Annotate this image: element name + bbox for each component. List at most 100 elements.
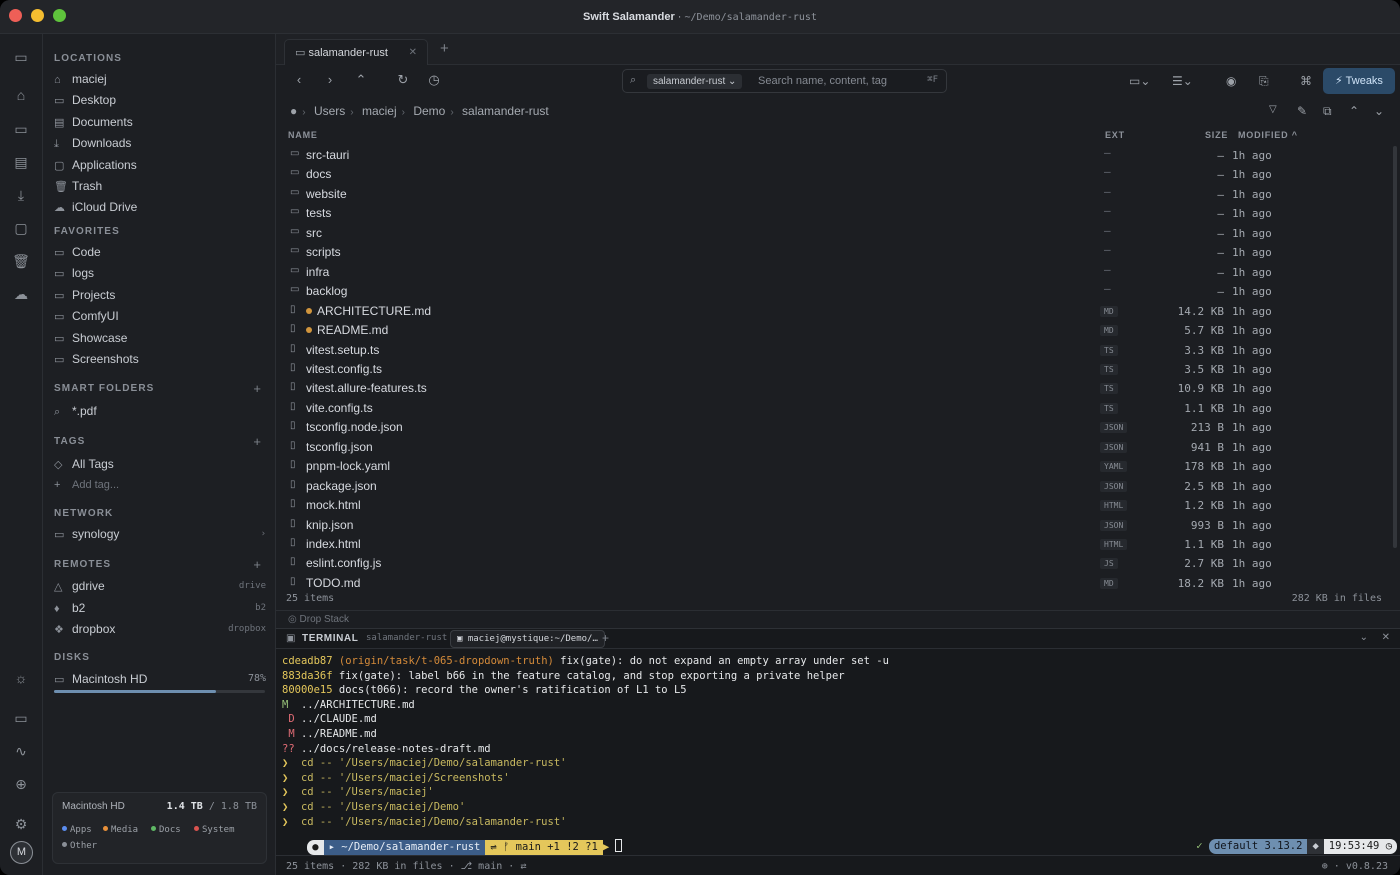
sidebar-item-location[interactable]: 🗑 Trash xyxy=(54,176,266,196)
sync-icon[interactable]: ⇄ xyxy=(520,861,526,872)
history-button[interactable]: ◷ xyxy=(423,72,445,88)
column-name[interactable]: NAME xyxy=(288,130,318,140)
doc-icon[interactable]: ▤ xyxy=(11,153,31,171)
back-button[interactable]: ‹ xyxy=(288,72,310,87)
file-row[interactable]: ▯ TODO.md MD 18.2 KB 1h ago xyxy=(276,573,1392,593)
breadcrumb-item[interactable]: maciej xyxy=(362,104,397,118)
file-row[interactable]: ▯ mock.html HTML 1.2 KB 1h ago xyxy=(276,495,1392,515)
sidebar-item-location[interactable]: ⌂ maciej xyxy=(54,69,266,89)
sidebar-item-favorite[interactable]: ▭ logs xyxy=(54,263,266,283)
search-scope-chip[interactable]: salamander-rust ⌄ xyxy=(647,74,743,89)
copy-icon[interactable]: ⧉ xyxy=(1323,104,1332,119)
edit-icon[interactable]: ✎ xyxy=(1297,104,1307,118)
file-row[interactable]: ▯ vitest.setup.ts TS 3.3 KB 1h ago xyxy=(276,340,1392,360)
search-input[interactable]: Search name, content, tag xyxy=(758,75,887,87)
sidebar-item-synology[interactable]: ▭ synology › xyxy=(54,524,266,544)
sidebar-item-location[interactable]: ⤓ Downloads xyxy=(54,133,266,153)
cloud-icon[interactable]: ☁ xyxy=(11,285,31,303)
search-bar[interactable]: ⌕ salamander-rust ⌄ Search name, content… xyxy=(622,69,947,93)
file-row[interactable]: ▯ package.json JSON 2.5 KB 1h ago xyxy=(276,476,1392,496)
close-icon[interactable]: ✕ xyxy=(409,40,417,66)
tweaks-button[interactable]: ⚡ Tweaks xyxy=(1323,68,1395,94)
avatar[interactable]: M xyxy=(10,841,33,864)
terminal-session-tab[interactable]: ▣ maciej@mystique:~/Demo/… xyxy=(450,630,605,648)
file-row[interactable]: ▭ infra — –1h ago xyxy=(276,262,1392,282)
sidebar-item-remote[interactable]: △ gdrive drive xyxy=(54,576,266,596)
terminal-icon: ▣ xyxy=(457,634,468,644)
file-row[interactable]: ▭ scripts — –1h ago xyxy=(276,242,1392,262)
file-row[interactable]: ▭ src-tauri — –1h ago xyxy=(276,145,1392,165)
view-mode-button[interactable]: ▭⌄ xyxy=(1129,74,1150,88)
file-row[interactable]: ▯ vitest.config.ts TS 3.5 KB 1h ago xyxy=(276,359,1392,379)
globe-icon[interactable]: ⊕ xyxy=(1322,861,1328,872)
sidebar-item-favorite[interactable]: ▭ ComfyUI xyxy=(54,306,266,326)
sidebar-item-favorite[interactable]: ▭ Screenshots xyxy=(54,349,266,369)
command-icon[interactable]: ⌘ xyxy=(1300,74,1312,88)
file-row[interactable]: ▯ tsconfig.json JSON 941 B 1h ago xyxy=(276,437,1392,457)
sidebar-item-location[interactable]: ▭ Desktop xyxy=(54,90,266,110)
sidebar-item-location[interactable]: ☁ iCloud Drive xyxy=(54,197,266,217)
filter-icon[interactable]: ▽ xyxy=(1269,104,1277,115)
sidebar-item-remote[interactable]: ❖ dropbox dropbox xyxy=(54,619,266,639)
drive-icon[interactable]: ▭ xyxy=(11,709,31,727)
theme-icon[interactable]: ☼ xyxy=(11,669,31,687)
activity-icon[interactable]: ∿ xyxy=(11,742,31,760)
add-smart-folder-button[interactable]: + xyxy=(253,381,261,396)
sidebar-item-favorite[interactable]: ▭ Showcase xyxy=(54,328,266,348)
sidebar-item-location[interactable]: ▤ Documents xyxy=(54,112,266,132)
file-row[interactable]: ▯ eslint.config.js JS 2.7 KB 1h ago xyxy=(276,553,1392,573)
sidebar-item-all-tags[interactable]: ◇ All Tags xyxy=(54,454,266,474)
close-icon[interactable]: ✕ xyxy=(1382,632,1390,643)
sidebar-toggle-icon[interactable]: ▭ xyxy=(11,48,31,66)
column-modified[interactable]: MODIFIED ^ xyxy=(1238,130,1298,140)
file-row[interactable]: ▯ pnpm-lock.yaml YAML 178 KB 1h ago xyxy=(276,456,1392,476)
file-row[interactable]: ▯ vite.config.ts TS 1.1 KB 1h ago xyxy=(276,398,1392,418)
file-row[interactable]: ▭ src — –1h ago xyxy=(276,223,1392,243)
breadcrumb-item[interactable]: Users xyxy=(314,104,345,118)
export-icon[interactable]: ⎘ xyxy=(1259,74,1269,89)
file-row[interactable]: ▯ ARCHITECTURE.md MD 14.2 KB 1h ago xyxy=(276,301,1392,321)
file-row[interactable]: ▭ docs — –1h ago xyxy=(276,164,1392,184)
new-terminal-button[interactable]: + xyxy=(602,631,609,645)
trash-icon[interactable]: 🗑 xyxy=(11,252,31,270)
file-row[interactable]: ▯ vitest.allure-features.ts TS 10.9 KB 1h ag… xyxy=(276,378,1392,398)
download-icon[interactable]: ⤓ xyxy=(11,186,31,204)
scrollbar[interactable] xyxy=(1393,146,1397,548)
expand-icon[interactable]: ⌄ xyxy=(1374,104,1384,118)
file-row[interactable]: ▯ knip.json JSON 993 B 1h ago xyxy=(276,515,1392,535)
chevron-down-icon[interactable]: ⌄ xyxy=(1360,632,1368,643)
drop-stack[interactable]: ◎ Drop Stack xyxy=(276,610,1400,628)
collapse-icon[interactable]: ⌃ xyxy=(1349,104,1359,118)
file-row[interactable]: ▯ index.html HTML 1.1 KB 1h ago xyxy=(276,534,1392,554)
up-button[interactable]: ⌃ xyxy=(350,72,372,88)
file-row[interactable]: ▯ tsconfig.node.json JSON 213 B 1h ago xyxy=(276,417,1392,437)
file-row[interactable]: ▭ website — –1h ago xyxy=(276,184,1392,204)
sidebar-item-disk[interactable]: ▭ Macintosh HD 78% xyxy=(54,669,266,689)
sidebar-item-smart[interactable]: ⌕ *.pdf xyxy=(54,401,266,421)
new-tab-button[interactable]: + xyxy=(440,40,449,57)
home-icon[interactable]: ⌂ xyxy=(11,86,31,104)
breadcrumb-item[interactable]: Demo xyxy=(413,104,445,118)
preview-icon[interactable]: ◉ xyxy=(1226,74,1236,88)
file-row[interactable]: ▭ tests — –1h ago xyxy=(276,203,1392,223)
desktop-icon[interactable]: ▭ xyxy=(11,120,31,138)
sidebar-item-favorite[interactable]: ▭ Code xyxy=(54,242,266,262)
sidebar-item-favorite[interactable]: ▭ Projects xyxy=(54,285,266,305)
add-remote-button[interactable]: + xyxy=(253,557,261,572)
sidebar-item-location[interactable]: ▢ Applications xyxy=(54,155,266,175)
gear-icon[interactable]: ⚙ xyxy=(11,815,31,833)
sidebar-item-remote[interactable]: ♦ b2 b2 xyxy=(54,598,266,618)
breadcrumb-item[interactable]: salamander-rust xyxy=(462,104,549,118)
file-row[interactable]: ▯ README.md MD 5.7 KB 1h ago xyxy=(276,320,1392,340)
sort-button[interactable]: ☰⌄ xyxy=(1172,74,1193,88)
add-tag-button[interactable]: + xyxy=(253,434,261,449)
forward-button[interactable]: › xyxy=(319,72,341,87)
refresh-button[interactable]: ↻ xyxy=(392,72,414,88)
globe-icon[interactable]: ⊕ xyxy=(11,775,31,793)
tab-salamander-rust[interactable]: ▭ salamander-rust ✕ xyxy=(284,39,428,65)
column-size[interactable]: SIZE xyxy=(1205,130,1228,140)
file-row[interactable]: ▭ backlog — –1h ago xyxy=(276,281,1392,301)
column-ext[interactable]: EXT xyxy=(1105,130,1125,140)
add-tag-item[interactable]: + Add tag... xyxy=(54,475,266,495)
apps-icon[interactable]: ▢ xyxy=(11,219,31,237)
